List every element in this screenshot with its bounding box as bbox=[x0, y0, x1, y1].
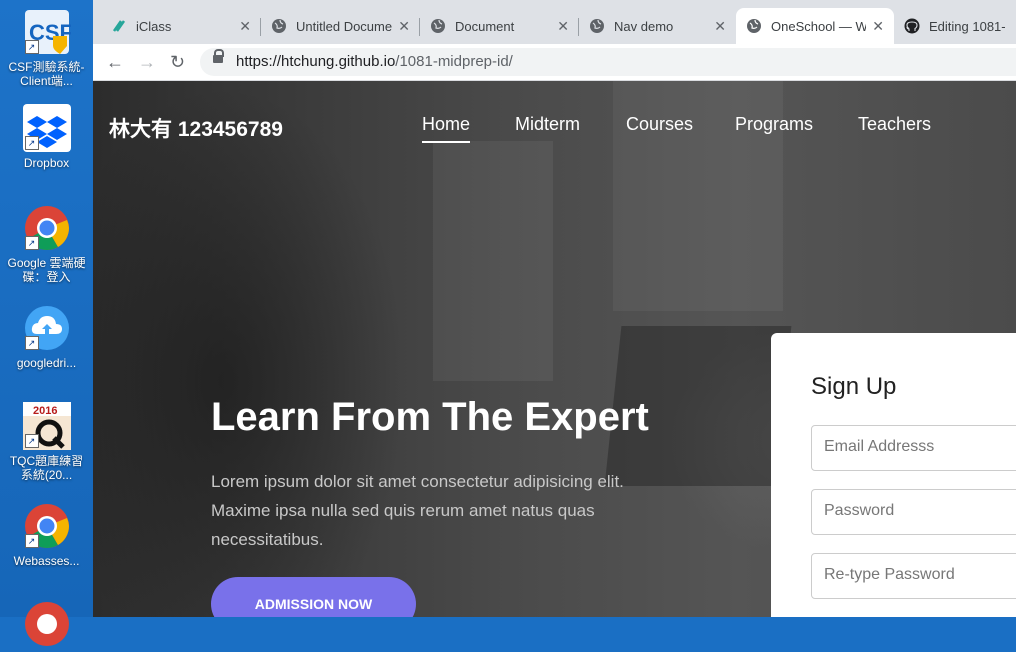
nav-midterm[interactable]: Midterm bbox=[515, 114, 580, 135]
site-brand[interactable]: 林大有 123456789 bbox=[109, 113, 283, 143]
desktop-icon-tqc[interactable]: 2016 ↗ TQC題庫練習系統(20... bbox=[0, 402, 93, 482]
desktop-icon-dropbox[interactable]: ↗ Dropbox bbox=[0, 104, 93, 170]
retype-password-field[interactable]: Re-type Password bbox=[811, 553, 1016, 599]
tab-title: Document bbox=[455, 18, 515, 34]
chrome-icon bbox=[23, 600, 71, 648]
desktop-icon-label: CSF測驗系統-Client端... bbox=[8, 60, 85, 88]
nav-programs[interactable]: Programs bbox=[735, 114, 813, 135]
github-icon bbox=[904, 18, 920, 34]
chrome-icon: ↗ bbox=[23, 502, 71, 550]
close-icon[interactable]: ✕ bbox=[714, 18, 726, 35]
web-page: 林大有 123456789 Home Midterm Courses Progr… bbox=[93, 81, 1016, 617]
tab-title: OneSchool — W bbox=[771, 18, 867, 34]
email-field[interactable]: Email Addresss bbox=[811, 425, 1016, 471]
desktop-icon-label: Google 雲端硬碟：登入 bbox=[7, 256, 86, 284]
close-icon[interactable]: ✕ bbox=[872, 18, 884, 35]
globe-icon bbox=[271, 18, 287, 34]
reload-icon[interactable]: ↻ bbox=[170, 52, 185, 73]
dropbox-icon: ↗ bbox=[22, 104, 71, 152]
desktop: CSF ↗ CSF測驗系統-Client端... ↗ Dropbox ↗ Goo… bbox=[0, 0, 93, 646]
tab-document[interactable]: Document ✕ bbox=[420, 8, 579, 44]
desktop-icon-google-drive[interactable]: ↗ Google 雲端硬碟：登入 bbox=[0, 204, 93, 284]
chrome-icon: ↗ bbox=[23, 204, 71, 252]
desktop-icon-webassess[interactable]: ↗ Webasses... bbox=[0, 502, 93, 568]
close-icon[interactable]: ✕ bbox=[398, 18, 410, 35]
signup-card: Sign Up Email Addresss Password Re-type … bbox=[771, 333, 1016, 617]
tab-title: Untitled Docume bbox=[296, 18, 393, 34]
address-bar-row: ← → ↻ https://htchung.github.io/1081-mid… bbox=[93, 44, 1016, 81]
desktop-icon-label: TQC題庫練習系統(20... bbox=[9, 454, 84, 482]
tab-editing[interactable]: Editing 1081-m bbox=[894, 8, 1016, 44]
desktop-icon-googledrive-upload[interactable]: ↗ googledri... bbox=[0, 304, 93, 370]
lock-icon bbox=[213, 49, 224, 63]
tab-iclass[interactable]: iClass ✕ bbox=[101, 8, 261, 44]
nav-teachers[interactable]: Teachers bbox=[858, 114, 931, 135]
tab-bar: iClass ✕ Untitled Docume ✕ Document ✕ Na… bbox=[93, 0, 1016, 44]
hero-text: Lorem ipsum dolor sit amet consectetur a… bbox=[211, 472, 624, 549]
desktop-icon-label: Webasses... bbox=[13, 554, 80, 568]
tab-untitled-document[interactable]: Untitled Docume ✕ bbox=[261, 8, 420, 44]
password-field[interactable]: Password bbox=[811, 489, 1016, 535]
url-host: https://htchung.github.io bbox=[236, 53, 396, 70]
nav-courses[interactable]: Courses bbox=[626, 114, 693, 135]
hero-title: Learn From The Expert bbox=[211, 395, 649, 439]
cloud-upload-icon: ↗ bbox=[23, 304, 71, 352]
nav-home[interactable]: Home bbox=[422, 114, 471, 143]
desktop-icon-label: Dropbox bbox=[23, 156, 70, 170]
url-path: /1081-midprep-id/ bbox=[395, 53, 513, 70]
back-arrow-icon[interactable]: ← bbox=[106, 52, 124, 73]
admission-now-button[interactable]: ADMISSION NOW bbox=[211, 577, 416, 617]
globe-icon bbox=[746, 18, 762, 34]
tab-nav-demo[interactable]: Nav demo ✕ bbox=[579, 8, 736, 44]
desktop-icon-partial[interactable] bbox=[0, 600, 93, 652]
tab-title: Editing 1081-m bbox=[929, 18, 1006, 34]
tqc-app-icon: 2016 ↗ bbox=[22, 402, 71, 450]
tab-oneschool[interactable]: OneSchool — W ✕ bbox=[736, 8, 894, 44]
close-icon[interactable]: ✕ bbox=[557, 18, 569, 35]
svg-text:2016: 2016 bbox=[33, 405, 57, 417]
iclass-icon bbox=[111, 18, 127, 34]
csf-app-icon: CSF ↗ bbox=[23, 8, 73, 56]
url-field[interactable]: https://htchung.github.io/1081-midprep-i… bbox=[200, 48, 1016, 76]
desktop-icon-label: googledri... bbox=[16, 356, 77, 370]
forward-arrow-icon[interactable]: → bbox=[138, 52, 156, 73]
close-icon[interactable]: ✕ bbox=[239, 18, 251, 35]
desktop-icon-csf[interactable]: CSF ↗ CSF測驗系統-Client端... bbox=[0, 8, 93, 88]
globe-icon bbox=[589, 18, 605, 34]
signup-title: Sign Up bbox=[811, 373, 897, 400]
globe-icon bbox=[430, 18, 446, 34]
tab-title: Nav demo bbox=[614, 18, 674, 34]
tab-title: iClass bbox=[136, 18, 172, 34]
